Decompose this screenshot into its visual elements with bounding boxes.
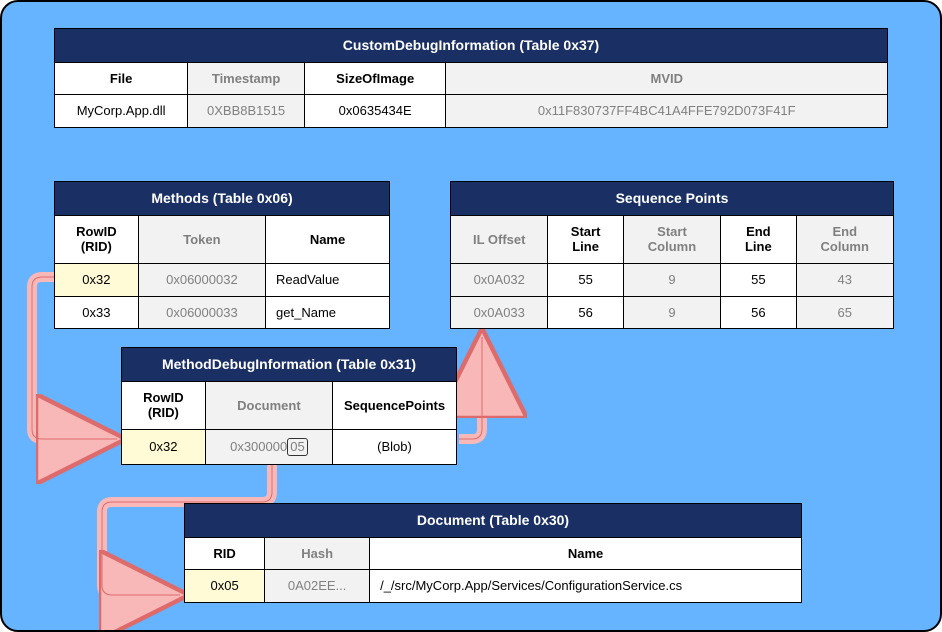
doc-suffix-token: 05: [287, 438, 307, 456]
col-file: File: [55, 62, 188, 95]
cell-startcol: 9: [623, 296, 720, 329]
col-token: Token: [138, 215, 265, 263]
table-title: MethodDebugInformation (Table 0x31): [122, 348, 457, 382]
cell-rid: 0x32: [122, 429, 206, 464]
cell-name: get_Name: [266, 296, 390, 329]
cell-startline: 55: [548, 263, 623, 296]
table-row: 0x32 0x06000032 ReadValue: [55, 263, 390, 296]
table-row: 0x33 0x06000033 get_Name: [55, 296, 390, 329]
table-title: CustomDebugInformation (Table 0x37): [55, 29, 888, 63]
table-row: 0x0A033 56 9 56 65: [451, 296, 894, 329]
cell-iloffset: 0x0A032: [451, 263, 548, 296]
col-rid: RowID (RID): [122, 381, 206, 429]
cell-endline: 55: [721, 263, 796, 296]
doc-prefix: 0x300000: [230, 439, 287, 454]
cell-startcol: 9: [623, 263, 720, 296]
col-name: Name: [370, 537, 802, 570]
cell-token: 0x06000033: [138, 296, 265, 329]
col-mvid: MVID: [446, 62, 888, 95]
col-rid: RowID (RID): [55, 215, 139, 263]
col-sizeofimage: SizeOfImage: [304, 62, 446, 95]
cell-mvid: 0x11F830737FF4BC41A4FFE792D073F41F: [446, 95, 888, 128]
cell-seqpoints: (Blob): [333, 429, 457, 464]
sequence-points-table: Sequence Points IL Offset Start Line Sta…: [450, 181, 894, 329]
cell-rid: 0x32: [55, 263, 139, 296]
diagram-canvas: CustomDebugInformation (Table 0x37) File…: [0, 0, 942, 632]
table-title: Methods (Table 0x06): [55, 182, 390, 216]
cell-endcol: 65: [796, 296, 894, 329]
cell-iloffset: 0x0A033: [451, 296, 548, 329]
custom-debug-info-table: CustomDebugInformation (Table 0x37) File…: [54, 28, 888, 128]
table-row: 0x05 0A02EE... /_/src/MyCorp.App/Service…: [185, 570, 802, 603]
document-table: Document (Table 0x30) RID Hash Name 0x05…: [184, 503, 802, 603]
cell-sizeofimage: 0x0635434E: [304, 95, 446, 128]
cell-name: ReadValue: [266, 263, 390, 296]
col-timestamp: Timestamp: [188, 62, 305, 95]
col-startline: Start Line: [548, 215, 623, 263]
table-row: 0x32 0x30000005 (Blob): [122, 429, 457, 464]
cell-rid: 0x05: [185, 570, 265, 603]
method-debug-info-table: MethodDebugInformation (Table 0x31) RowI…: [121, 347, 457, 465]
cell-startline: 56: [548, 296, 623, 329]
cell-document: 0x30000005: [205, 429, 332, 464]
col-seqpoints: SequencePoints: [333, 381, 457, 429]
col-endline: End Line: [721, 215, 796, 263]
cell-hash: 0A02EE...: [265, 570, 370, 603]
cell-file: MyCorp.App.dll: [55, 95, 188, 128]
cell-endcol: 43: [796, 263, 894, 296]
table-row: MyCorp.App.dll 0XBB8B1515 0x0635434E 0x1…: [55, 95, 888, 128]
table-row: 0x0A032 55 9 55 43: [451, 263, 894, 296]
methods-table: Methods (Table 0x06) RowID (RID) Token N…: [54, 181, 390, 329]
table-title: Sequence Points: [451, 182, 894, 216]
col-iloffset: IL Offset: [451, 215, 548, 263]
cell-token: 0x06000032: [138, 263, 265, 296]
table-title: Document (Table 0x30): [185, 504, 802, 538]
cell-rid: 0x33: [55, 296, 139, 329]
cell-endline: 56: [721, 296, 796, 329]
col-endcol: End Column: [796, 215, 894, 263]
col-rid: RID: [185, 537, 265, 570]
col-name: Name: [266, 215, 390, 263]
cell-name: /_/src/MyCorp.App/Services/Configuration…: [370, 570, 802, 603]
col-hash: Hash: [265, 537, 370, 570]
col-document: Document: [205, 381, 332, 429]
cell-timestamp: 0XBB8B1515: [188, 95, 305, 128]
col-startcol: Start Column: [623, 215, 720, 263]
